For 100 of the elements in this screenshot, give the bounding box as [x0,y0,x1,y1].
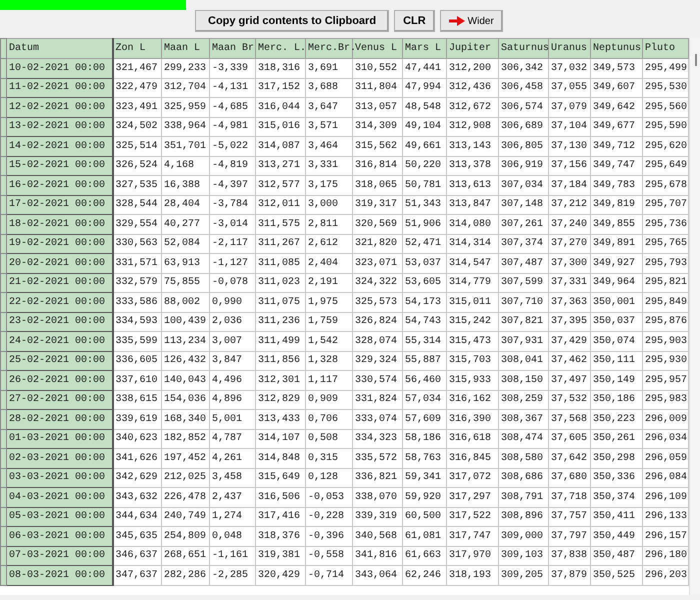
wider-button[interactable]: Wider [440,10,503,32]
column-header[interactable]: Maan Br [210,38,256,58]
row-selector[interactable] [0,136,6,156]
row-selector[interactable] [0,195,6,214]
column-header[interactable]: Pluto [642,38,688,58]
table-cell: 295,530 [642,78,688,98]
toolbar-button[interactable]: CLR [394,10,435,32]
table-cell: 346,637 [112,546,162,566]
table-cell: 60,500 [402,507,446,526]
table-cell: 295,590 [642,117,688,136]
row-selector[interactable] [0,273,6,292]
row-header: 26-02-2021 00:00 [6,370,112,390]
row-selector[interactable] [0,429,6,448]
table-cell: 37,156 [548,156,590,176]
table-cell: 2,811 [306,214,352,234]
table-cell: 313,433 [256,410,306,429]
table-cell: 308,041 [498,351,548,370]
column-header[interactable]: Uranus [548,38,590,58]
table-cell: 295,821 [642,273,688,292]
table-cell: 316,162 [446,390,498,410]
table-cell: 314,779 [446,273,498,292]
row-header: 14-02-2021 00:00 [6,136,112,156]
table-cell: 321,467 [112,58,162,78]
table-cell: 308,580 [498,448,548,468]
table-cell: 40,277 [162,214,210,234]
table-cell: 37,462 [548,351,590,370]
table-cell: 349,783 [590,176,642,195]
table-cell: 340,568 [352,526,402,546]
row-selector[interactable] [0,488,6,507]
row-selector[interactable] [0,234,6,254]
table-cell: 296,203 [642,566,688,585]
table-cell: 296,034 [642,429,688,448]
table-cell: 339,319 [352,507,402,526]
table-cell: 313,847 [446,195,498,214]
table-cell: 325,573 [352,292,402,312]
column-header[interactable]: Mars L [402,38,446,58]
row-selector[interactable] [0,98,6,117]
table-cell: 313,378 [446,156,498,176]
table-cell: 47,994 [402,78,446,98]
table-cell: 350,487 [590,546,642,566]
table-cell: 295,983 [642,390,688,410]
table-cell: 37,212 [548,195,590,214]
row-selector[interactable] [0,214,6,234]
table-cell: 51,906 [402,214,446,234]
column-header[interactable]: Neptunus [590,38,642,58]
row-selector[interactable] [0,332,6,351]
row-selector[interactable] [0,156,6,176]
row-header: 01-03-2021 00:00 [6,429,112,448]
row-selector[interactable] [0,410,6,429]
table-cell: 55,314 [402,332,446,351]
row-selector[interactable] [0,468,6,488]
column-header[interactable]: Merc.Br. [306,38,352,58]
table-cell: 295,903 [642,332,688,351]
table-cell: 3,464 [306,136,352,156]
toolbar-button[interactable]: Copy grid contents to Clipboard [195,10,390,32]
row-selector[interactable] [0,370,6,390]
row-selector[interactable] [0,546,6,566]
column-header[interactable]: Maan L [162,38,210,58]
column-header[interactable]: Jupiter [446,38,498,58]
table-cell: 312,704 [162,78,210,98]
row-selector[interactable] [0,448,6,468]
table-cell: 309,000 [498,526,548,546]
table-cell: 316,814 [352,156,402,176]
table-cell: 37,568 [548,410,590,429]
row-selector[interactable] [0,566,6,585]
table-cell: 344,634 [112,507,162,526]
table-cell: 338,615 [112,390,162,410]
row-selector[interactable] [0,176,6,195]
row-selector[interactable] [0,312,6,332]
table-cell: 3,571 [306,117,352,136]
table-cell: 317,522 [446,507,498,526]
table-cell: 37,104 [548,117,590,136]
row-selector[interactable] [0,507,6,526]
row-selector[interactable] [0,58,6,78]
row-selector[interactable] [0,292,6,312]
table-cell: 314,087 [256,136,306,156]
table-cell: 338,070 [352,488,402,507]
table-cell: 37,680 [548,468,590,488]
table-cell: 1,117 [306,370,352,390]
row-selector[interactable] [0,254,6,273]
column-header[interactable]: Merc. L. [256,38,306,58]
column-header[interactable]: Zon L [112,38,162,58]
table-cell: 55,887 [402,351,446,370]
table-cell: 349,891 [590,234,642,254]
table-cell: 311,804 [352,78,402,98]
column-header[interactable]: Datum [6,38,112,58]
table-cell: 326,524 [112,156,162,176]
row-selector[interactable] [0,117,6,136]
table-cell: 57,609 [402,410,446,429]
row-selector[interactable] [0,78,6,98]
table-cell: 323,491 [112,98,162,117]
table-cell: 3,688 [306,78,352,98]
table-cell: 343,064 [352,566,402,585]
row-selector[interactable] [0,351,6,370]
column-header[interactable]: Venus L [352,38,402,58]
column-header[interactable]: Saturnus [498,38,548,58]
row-selector[interactable] [0,526,6,546]
row-selector[interactable] [0,390,6,410]
table-cell: 307,034 [498,176,548,195]
scrollbar[interactable] [689,38,700,595]
